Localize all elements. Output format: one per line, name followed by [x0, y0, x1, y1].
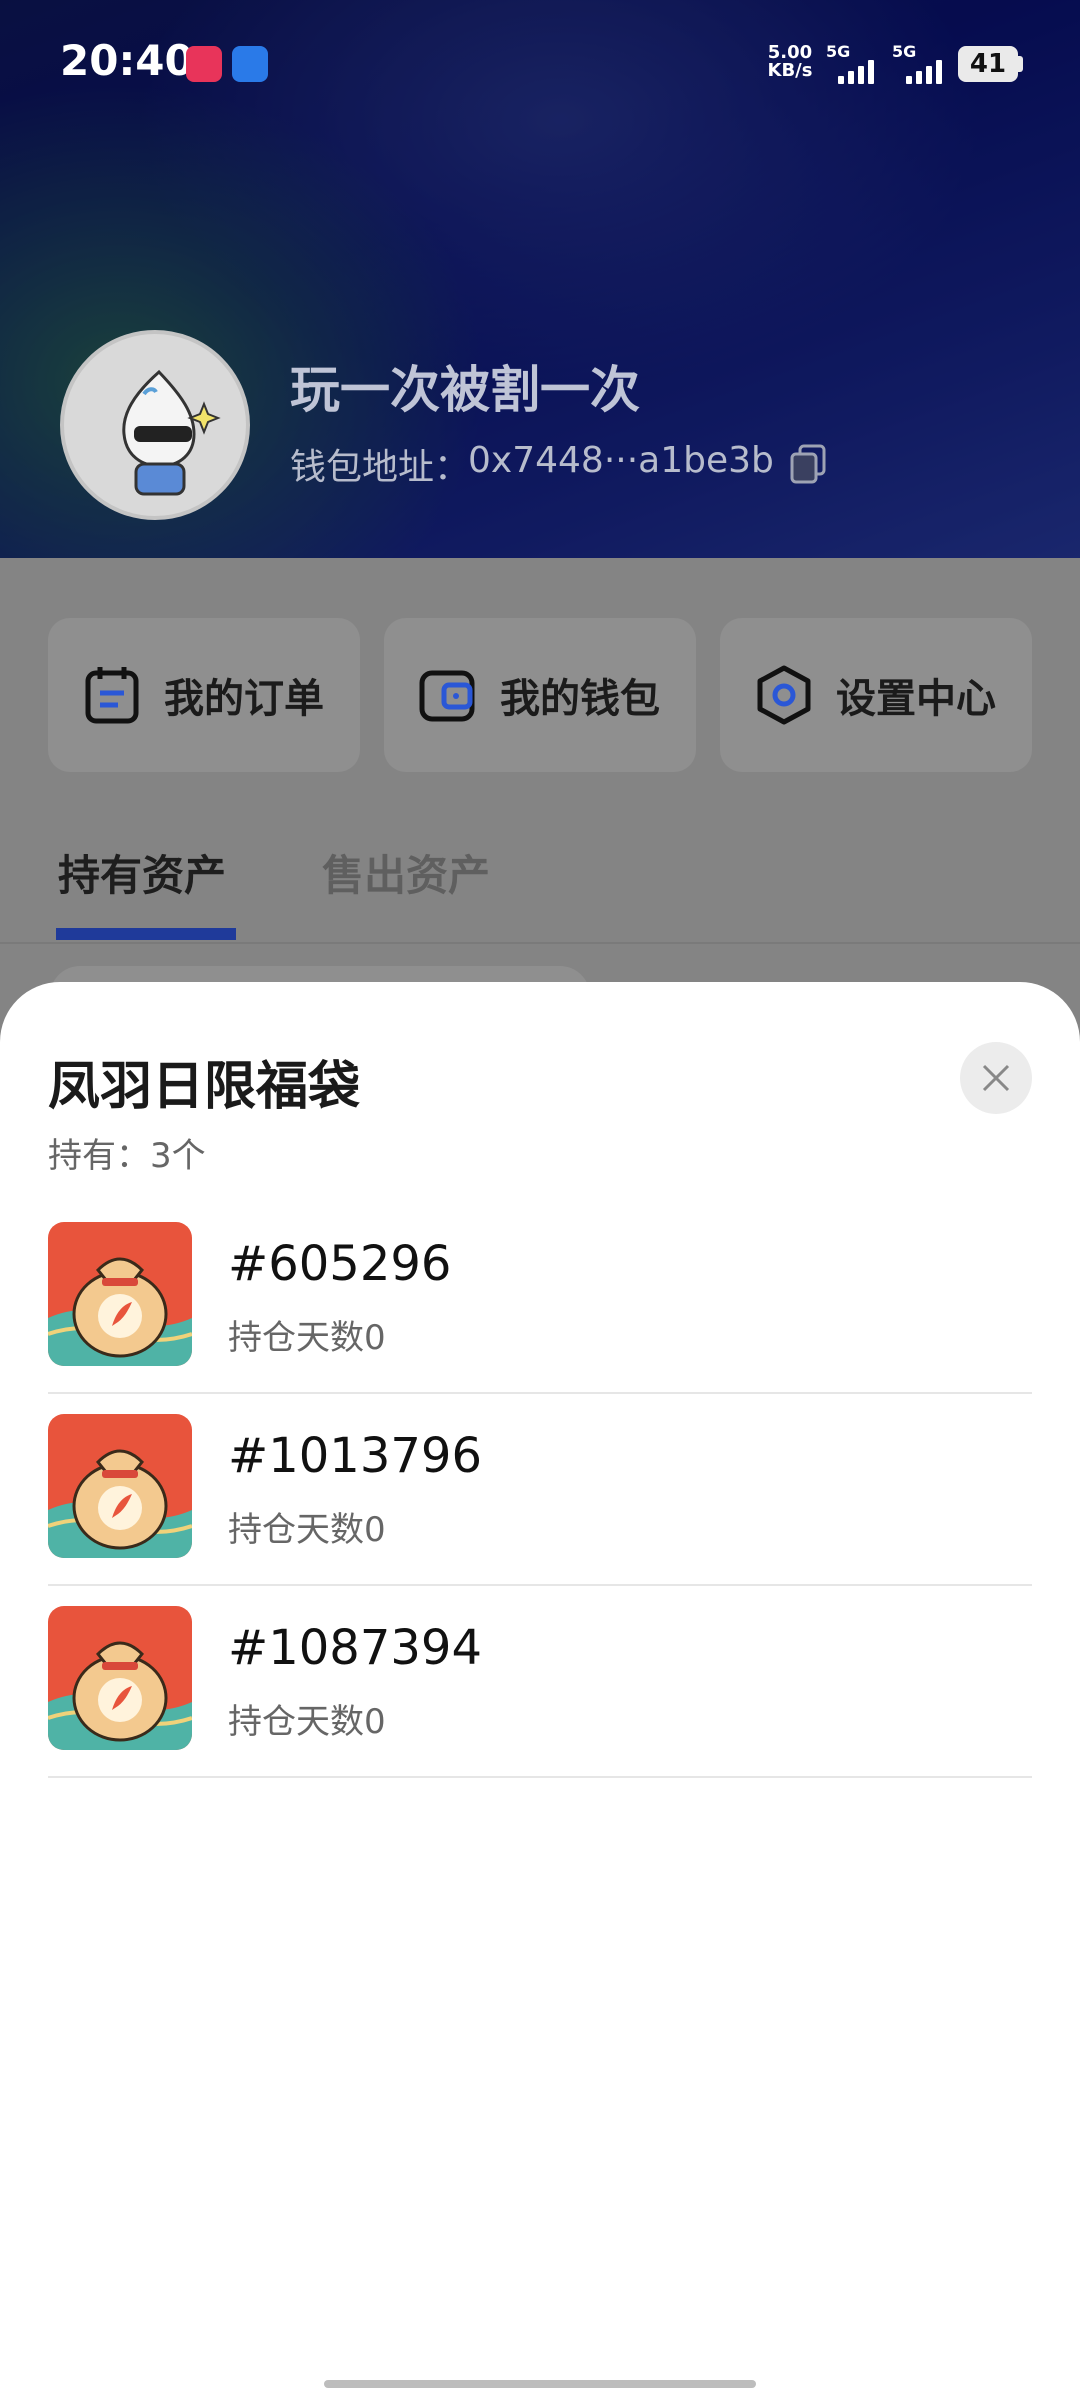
item-serial: #605296 [228, 1236, 452, 1292]
notification-app-icon [186, 46, 222, 82]
lucky-bag-icon [48, 1606, 192, 1750]
close-icon [982, 1064, 1010, 1092]
signal-bars-icon [906, 58, 942, 84]
wallet-icon [419, 670, 475, 722]
holding-days: 持仓天数0 [228, 1510, 386, 1550]
holding-count: 持有：3个 [48, 1136, 206, 1176]
home-indicator[interactable] [324, 2380, 756, 2388]
item-serial: #1087394 [228, 1620, 482, 1676]
lucky-bag-thumbnail [48, 1222, 192, 1366]
battery-icon: 41 [958, 46, 1018, 82]
close-button[interactable] [960, 1042, 1032, 1114]
active-tab-indicator [56, 928, 236, 940]
settings-center-label: 设置中心 [836, 676, 996, 722]
status-time: 20:40 [60, 36, 194, 85]
item-serial: #1013796 [228, 1428, 482, 1484]
nfc-notification-icon [232, 46, 268, 82]
my-orders-label: 我的订单 [164, 676, 324, 722]
settings-center-button[interactable]: 设置中心 [720, 618, 1032, 772]
holding-days: 持仓天数0 [228, 1318, 386, 1358]
battery-tip [1018, 56, 1023, 72]
avatar[interactable] [60, 330, 250, 520]
list-item[interactable]: #605296 持仓天数0 [48, 1202, 1032, 1394]
my-wallet-button[interactable]: 我的钱包 [384, 618, 696, 772]
copy-icon[interactable] [790, 444, 826, 484]
tab-sold-assets[interactable]: 售出资产 [322, 842, 490, 903]
sheet-title: 凤羽日限福袋 [48, 1057, 361, 1117]
tab-divider [0, 942, 1080, 944]
wallet-address-label: 钱包地址： [290, 447, 471, 488]
list-item[interactable]: #1087394 持仓天数0 [48, 1586, 1032, 1778]
signal-bars-icon [838, 58, 874, 84]
tab-held-assets[interactable]: 持有资产 [58, 842, 226, 903]
wallet-address: 0x7448···a1be3b [468, 440, 774, 481]
network-speed: 5.00 KB/s [762, 44, 818, 80]
lucky-bag-icon [48, 1414, 192, 1558]
list-item[interactable]: #1013796 持仓天数0 [48, 1394, 1032, 1586]
lucky-bag-thumbnail [48, 1606, 192, 1750]
settings-icon [757, 665, 811, 725]
avatar-character-icon [122, 369, 221, 496]
username: 玩一次被割一次 [290, 361, 640, 419]
my-orders-button[interactable]: 我的订单 [48, 618, 360, 772]
network-speed-unit: KB/s [767, 60, 813, 81]
holding-days: 持仓天数0 [228, 1702, 386, 1742]
my-wallet-label: 我的钱包 [500, 676, 660, 722]
lucky-bag-thumbnail [48, 1414, 192, 1558]
lucky-bag-icon [48, 1222, 192, 1366]
order-icon [85, 667, 139, 724]
